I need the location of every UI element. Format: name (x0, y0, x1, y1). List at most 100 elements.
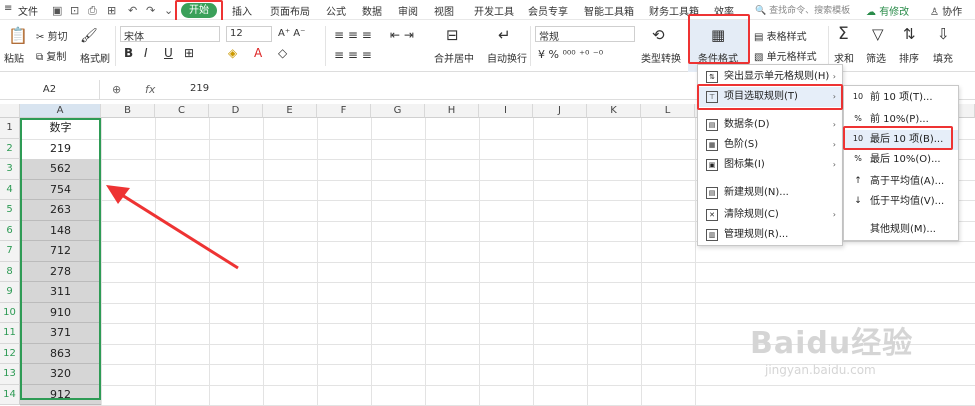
font-name-select[interactable]: 宋体 (120, 26, 220, 43)
row-header[interactable]: 8 (0, 261, 20, 282)
format-painter-button[interactable]: 格式刷 (80, 50, 110, 65)
align-left-icon[interactable]: ≡ ≡ ≡ (334, 48, 372, 62)
row-header[interactable]: 1 (0, 118, 20, 139)
tab-data[interactable]: 数据 (362, 3, 382, 18)
column-header-d[interactable]: D (209, 104, 263, 118)
filter-button[interactable]: 筛选 (866, 50, 886, 65)
undo-icon[interactable]: ↶ (128, 4, 137, 17)
menu-new-rule[interactable]: ▤ 新建规则(N)... (698, 183, 842, 203)
row-header[interactable]: 5 (0, 200, 20, 221)
border-icon[interactable]: ⊞ (184, 46, 194, 60)
paste-icon[interactable]: 📋 (8, 26, 28, 45)
clear-icon[interactable]: ◇ (278, 46, 287, 60)
tab-view[interactable]: 视图 (434, 3, 454, 18)
print-icon[interactable]: ⎙ (88, 4, 97, 18)
tab-review[interactable]: 审阅 (398, 3, 418, 18)
tab-smart-tools[interactable]: 智能工具箱 (584, 3, 634, 18)
menu-color-scales[interactable]: ▦ 色阶(S) › (698, 135, 842, 155)
command-search[interactable]: 🔍 查找命令、搜索模板 (755, 3, 855, 17)
fill-color-icon[interactable]: ◈ (228, 46, 237, 60)
submenu-above-average[interactable]: ↑ 高于平均值(A)... (844, 172, 958, 192)
sum-icon[interactable]: Σ (838, 24, 849, 44)
row-header[interactable]: 4 (0, 179, 20, 200)
column-header-j[interactable]: J (533, 104, 587, 118)
row-header[interactable]: 13 (0, 364, 20, 385)
menu-data-bars[interactable]: ▤ 数据条(D) › (698, 115, 842, 135)
row-header[interactable]: 14 (0, 384, 20, 405)
sort-icon[interactable]: ⇅ (903, 25, 916, 43)
column-header-h[interactable]: H (425, 104, 479, 118)
sum-button[interactable]: 求和 (834, 50, 854, 65)
italic-icon[interactable]: I (144, 46, 148, 60)
column-header-e[interactable]: E (263, 104, 317, 118)
type-convert-button[interactable]: 类型转换 (641, 50, 681, 65)
menu-icon-sets[interactable]: ▣ 图标集(I) › (698, 155, 842, 175)
column-header-a[interactable]: A (20, 104, 101, 118)
number-format-select[interactable]: 常规 (535, 26, 635, 43)
row-header[interactable]: 3 (0, 159, 20, 180)
font-color-icon[interactable]: A (254, 46, 262, 60)
underline-icon[interactable]: U (164, 46, 173, 60)
align-top-icon[interactable]: ≡ ≡ ≡ (334, 28, 372, 42)
bold-icon[interactable]: B (124, 46, 133, 60)
merge-center-button[interactable]: 合并居中 (434, 50, 474, 65)
save-icon[interactable]: ▣ (52, 4, 62, 17)
font-size-select[interactable]: 12 (226, 26, 272, 42)
column-header-f[interactable]: F (317, 104, 371, 118)
menu-file[interactable]: 文件 (18, 3, 38, 18)
cut-button[interactable]: ✂ 剪切 (36, 28, 68, 43)
fx-icon[interactable]: fx (145, 83, 155, 96)
row-header[interactable]: 11 (0, 323, 20, 344)
name-box[interactable]: A2 (0, 80, 100, 99)
cell-style-button[interactable]: ▧ 单元格样式 (754, 48, 817, 63)
select-all-corner[interactable] (0, 104, 20, 118)
column-header-i[interactable]: I (479, 104, 533, 118)
font-grow-icon[interactable]: A⁺ A⁻ (278, 28, 305, 39)
menu-manage-rules[interactable]: ▥ 管理规则(R)... (698, 225, 842, 245)
tab-developer[interactable]: 开发工具 (474, 3, 514, 18)
table-style-button[interactable]: ▤ 表格样式 (754, 28, 807, 43)
row-header[interactable]: 10 (0, 302, 20, 323)
tab-page-layout[interactable]: 页面布局 (270, 3, 310, 18)
tab-insert[interactable]: 插入 (232, 3, 252, 18)
tab-member[interactable]: 会员专享 (528, 3, 568, 18)
collaborate-button[interactable]: ♙ 协作 (930, 3, 962, 18)
wrap-icon[interactable]: ↵ (498, 26, 511, 44)
column-header-l[interactable]: L (641, 104, 695, 118)
copy-button[interactable]: ⧉ 复制 (36, 48, 66, 63)
export-icon[interactable]: ⊡ (70, 4, 79, 17)
submenu-other-rules[interactable]: 其他规则(M)... (844, 220, 958, 240)
redo-icon[interactable]: ↷ (146, 4, 155, 17)
submenu-top-10[interactable]: 10 前 10 项(T)... (844, 88, 958, 108)
tab-formula[interactable]: 公式 (326, 3, 346, 18)
menu-clear-rules[interactable]: ✕ 清除规则(C) › (698, 205, 842, 225)
menu-icon[interactable]: ≡ (4, 3, 12, 14)
row-header[interactable]: 7 (0, 241, 20, 262)
wrap-text-button[interactable]: 自动换行 (487, 50, 527, 65)
row-header[interactable]: 12 (0, 343, 20, 364)
formula-input[interactable]: 219 (190, 83, 209, 94)
convert-icon[interactable]: ⟲ (652, 26, 665, 44)
submenu-bottom-10-percent[interactable]: % 最后 10%(O)... (844, 150, 958, 170)
currency-icon[interactable]: ¥ % ⁰⁰⁰ ⁺⁰ ⁻⁰ (538, 48, 603, 61)
column-header-b[interactable]: B (101, 104, 155, 118)
row-header[interactable]: 2 (0, 138, 20, 159)
format-painter-icon[interactable]: 🖌 (80, 28, 98, 44)
modified-status[interactable]: ☁ 有修改 (866, 3, 909, 18)
row-header[interactable]: 6 (0, 220, 20, 241)
sort-button[interactable]: 排序 (899, 50, 919, 65)
filter-icon[interactable]: ▽ (872, 25, 884, 43)
column-header-k[interactable]: K (587, 104, 641, 118)
column-header-c[interactable]: C (155, 104, 209, 118)
row-header[interactable]: 9 (0, 282, 20, 303)
merge-icon[interactable]: ⊟ (446, 26, 459, 44)
fill-button[interactable]: 填充 (933, 50, 953, 65)
fill-icon[interactable]: ⇩ (937, 25, 950, 43)
zoom-icon[interactable]: ⊕ (112, 83, 121, 96)
more-icon[interactable]: ⌄ (164, 4, 173, 17)
preview-icon[interactable]: ⊞ (107, 4, 116, 17)
paste-button[interactable]: 粘贴 (4, 50, 24, 65)
submenu-below-average[interactable]: ↓ 低于平均值(V)... (844, 192, 958, 212)
column-header-g[interactable]: G (371, 104, 425, 118)
indent-icon[interactable]: ⇤ ⇥ (390, 28, 414, 42)
